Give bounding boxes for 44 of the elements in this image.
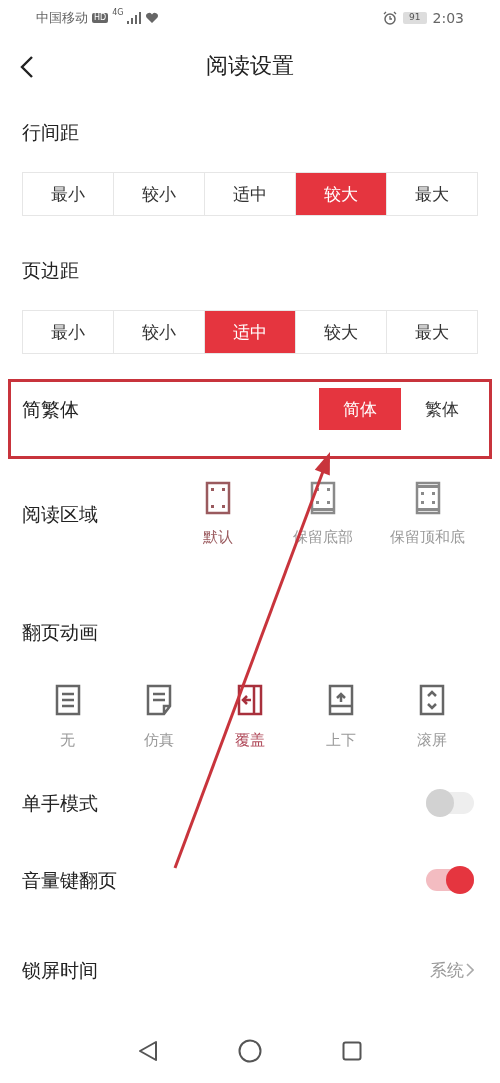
toggle-switch[interactable] (426, 791, 474, 814)
left-arrow-page-icon (236, 684, 264, 716)
area-option[interactable]: 保留顶和底 (375, 481, 480, 547)
section-label: 阅读区域 (22, 502, 98, 527)
back-icon[interactable] (20, 56, 34, 78)
carrier-name: 中国移动 (36, 9, 88, 27)
signal-icon (127, 12, 142, 24)
option-button[interactable]: 适中 (204, 311, 295, 353)
folded-page-icon (144, 684, 173, 716)
network-type: 4G (112, 9, 124, 17)
setting-label: 单手模式 (22, 790, 98, 816)
toggle-switch[interactable] (426, 868, 474, 891)
setting-label: 锁屏时间 (22, 958, 98, 983)
hd-badge: HD (92, 13, 109, 23)
clock-time: 2:03 (432, 10, 464, 26)
option-button[interactable]: 简体 (319, 388, 401, 430)
heart-icon (145, 12, 160, 24)
alarm-icon (383, 11, 398, 25)
chevron-icon (466, 963, 474, 977)
animation-option[interactable]: 无 (22, 684, 114, 750)
animation-option[interactable]: 上下 (295, 684, 387, 750)
page-title: 阅读设置 (206, 52, 294, 80)
section-label: 翻页动画 (22, 620, 99, 645)
back-nav-icon[interactable] (138, 1039, 158, 1062)
up-down-page-icon (418, 684, 447, 716)
section-label: 简繁体 (22, 397, 79, 422)
section-label: 行间距 (22, 120, 80, 145)
up-arrow-page-icon (327, 684, 356, 716)
recents-nav-icon[interactable] (342, 1040, 362, 1061)
page-frame-icon (309, 481, 336, 515)
animation-option[interactable]: 滚屏 (386, 684, 478, 750)
area-option[interactable]: 默认 (165, 481, 270, 547)
page-frame-icon (204, 481, 231, 515)
value-link[interactable]: 系统 (430, 958, 474, 982)
option-button[interactable]: 繁体 (401, 388, 483, 430)
document-icon (53, 684, 82, 716)
battery-level: 91 (403, 12, 427, 24)
option-button[interactable]: 较大 (295, 173, 386, 215)
animation-option[interactable]: 覆盖 (204, 684, 296, 750)
section-label: 页边距 (22, 258, 80, 283)
setting-label: 音量键翻页 (22, 867, 117, 893)
home-nav-icon[interactable] (238, 1038, 262, 1063)
page-frame-icon (414, 481, 441, 515)
animation-option[interactable]: 仿真 (113, 684, 205, 750)
